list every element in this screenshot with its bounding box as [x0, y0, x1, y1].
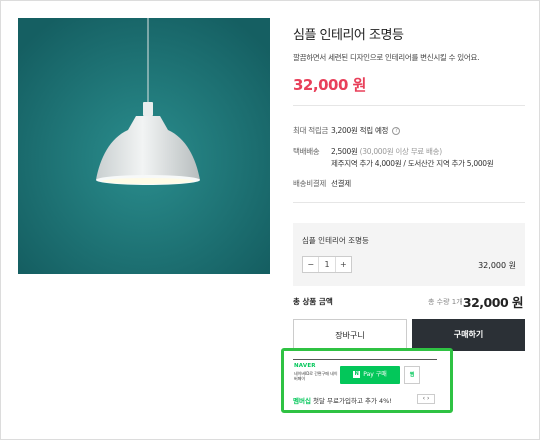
divider	[293, 202, 525, 203]
shipping-value-wrap: 2,500원 (30,000원 이상 무료 배송)	[331, 146, 442, 157]
question-icon[interactable]: ?	[392, 127, 401, 135]
points-value-wrap: 3,200원 적립 예정?	[331, 125, 401, 136]
product-description: 깔끔하면서 세련된 디자인으로 인테리어를 변신시킬 수 있어요.	[293, 53, 480, 62]
naver-pay-widget: NAVER 네이버ID로 간편구매 네이버페이 N Pay 구매 찜	[293, 359, 437, 389]
shipping-extra: 제주지역 추가 4,000원 / 도서산간 지역 추가 5,000원	[331, 159, 494, 168]
product-price: 32,000 원	[293, 76, 366, 94]
points-value: 3,200원 적립 예정	[331, 126, 389, 135]
total-price: 32,000 원	[462, 295, 524, 310]
points-label: 최대 적립금	[293, 126, 329, 135]
shipping-payment-value: 선결제	[331, 179, 351, 188]
shipping-row: 택배배송 2,500원 (30,000원 이상 무료 배송) 제주지역 추가 4…	[293, 146, 525, 170]
shipping-payment-row: 배송비결제 선결제	[293, 178, 525, 188]
quantity-stepper: − 1 +	[302, 256, 352, 273]
quantity-input[interactable]: 1	[318, 257, 336, 272]
option-price: 32,000 원	[478, 261, 516, 270]
shipping-value: 2,500원	[331, 147, 358, 156]
promo-text: 첫달 무료가입하고 추가 4%!	[310, 397, 392, 405]
points-row: 최대 적립금 3,200원 적립 예정?	[293, 125, 525, 135]
divider	[293, 105, 525, 106]
shipping-label: 택배배송	[293, 147, 320, 156]
selected-option-box: 심플 인테리어 조명등 − 1 + 32,000 원	[293, 223, 525, 286]
plus-button[interactable]: +	[336, 257, 351, 272]
minus-button[interactable]: −	[303, 257, 318, 272]
product-title: 심플 인테리어 조명등	[293, 28, 404, 43]
add-to-cart-button[interactable]: 장바구니	[293, 319, 407, 351]
promo-nav-arrows[interactable]: ‹ ›	[417, 394, 435, 404]
naver-pay-label: Pay 구매	[363, 371, 387, 378]
total-label: 총 상품 금액	[293, 297, 333, 306]
naver-wish-button[interactable]: 찜	[404, 366, 420, 384]
naver-membership-promo: 멤버십 첫달 무료가입하고 추가 4%!	[293, 395, 392, 405]
naver-n-icon: N	[353, 371, 361, 378]
product-image	[18, 18, 270, 274]
promo-highlight: 멤버십	[293, 397, 311, 405]
option-name: 심플 인테리어 조명등	[302, 236, 369, 245]
buy-now-button[interactable]: 구매하기	[412, 319, 525, 351]
shipping-payment-label: 배송비결제	[293, 179, 326, 188]
naver-logo: NAVER	[294, 363, 316, 369]
shipping-note: (30,000원 이상 무료 배송)	[359, 147, 442, 156]
product-page: 심플 인테리어 조명등 깔끔하면서 세련된 디자인으로 인테리어를 변신시킬 수…	[0, 0, 540, 440]
lamp-illustration	[18, 18, 270, 274]
total-quantity: 총 수량 1개	[428, 298, 463, 306]
naver-pay-buy-button[interactable]: N Pay 구매	[340, 366, 400, 384]
naver-pay-text: 네이버ID로 간편구매 네이버페이	[294, 371, 338, 381]
